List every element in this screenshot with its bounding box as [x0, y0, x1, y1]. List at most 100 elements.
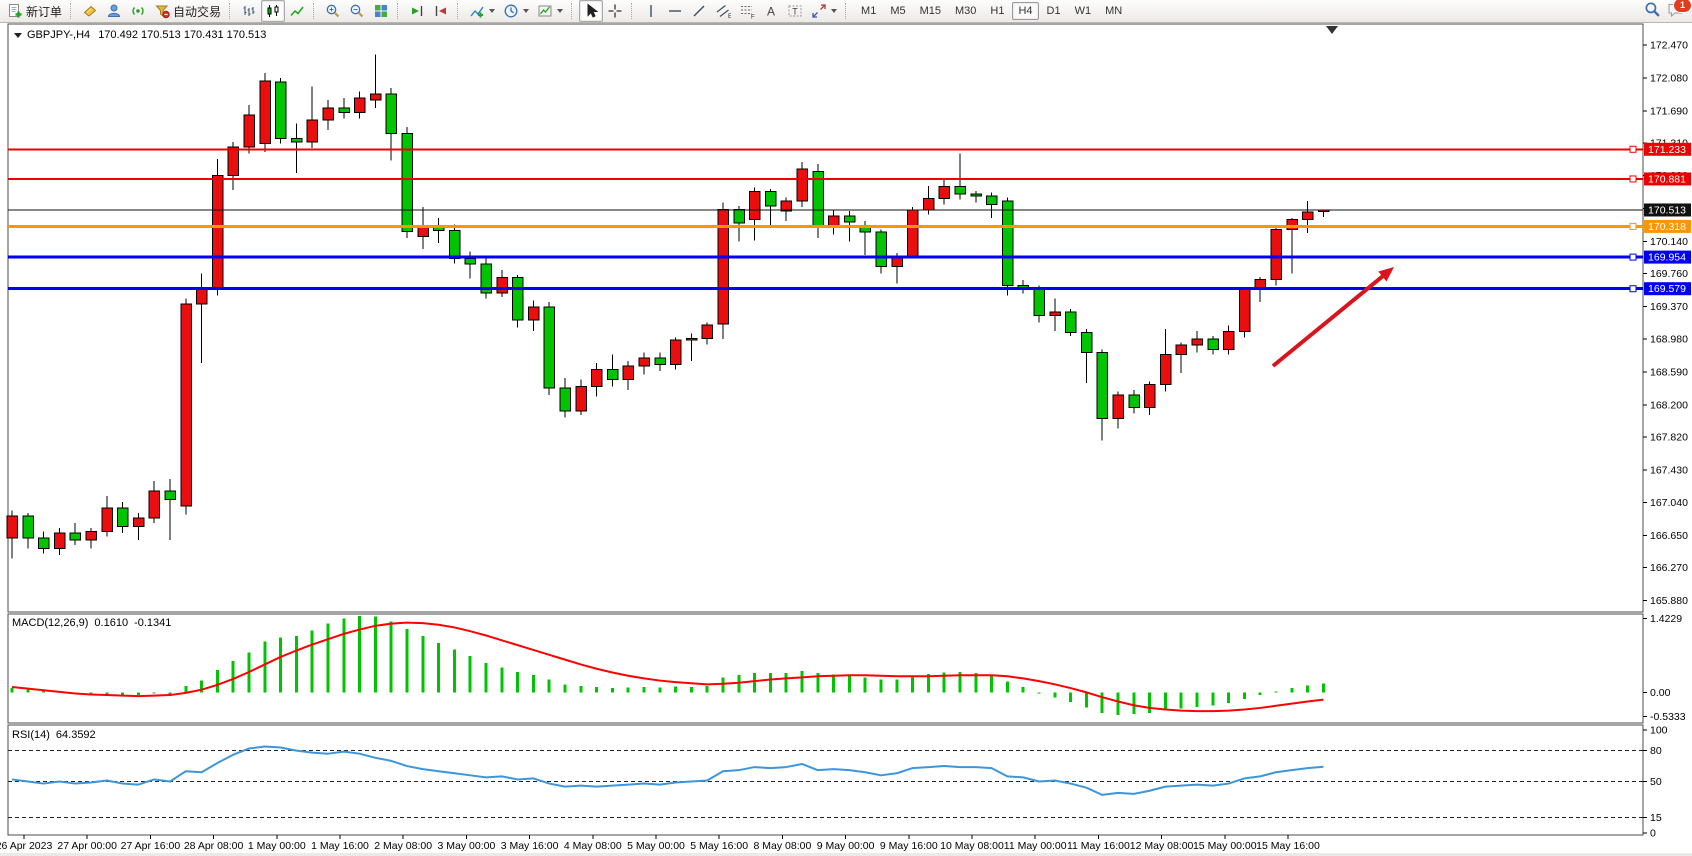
candle: [386, 94, 397, 134]
line-chart-button[interactable]: [285, 0, 309, 22]
candle: [118, 508, 129, 527]
crosshair-button[interactable]: [603, 0, 627, 22]
toolbar-separator: [397, 3, 401, 19]
svg-text:171.233: 171.233: [1648, 144, 1686, 156]
svg-text:168.980: 168.980: [1650, 334, 1688, 346]
equidistant-channel-button[interactable]: E: [711, 0, 735, 22]
svg-text:15: 15: [1650, 812, 1662, 824]
tile-windows-icon: [373, 3, 389, 19]
svg-text:172.080: 172.080: [1650, 72, 1688, 84]
vertical-line-button[interactable]: [639, 0, 663, 22]
candle: [1208, 339, 1219, 349]
candle: [671, 340, 682, 364]
line-handle[interactable]: [1630, 254, 1636, 260]
candle: [1160, 354, 1171, 384]
candle: [23, 516, 34, 538]
cursor-button[interactable]: [579, 0, 603, 22]
candle: [765, 192, 776, 206]
candle: [212, 176, 223, 289]
chart-shift-button[interactable]: [429, 0, 453, 22]
line-handle[interactable]: [1630, 223, 1636, 229]
candle: [370, 94, 381, 100]
timeframe-w1-button[interactable]: W1: [1069, 2, 1098, 20]
timeframe-h4-button[interactable]: H4: [1012, 2, 1038, 20]
timeframe-h1-button[interactable]: H1: [984, 2, 1010, 20]
indicators-icon: [469, 3, 485, 19]
candle: [291, 139, 302, 142]
new-order-button[interactable]: 新订单: [3, 0, 66, 22]
candle: [1034, 289, 1045, 315]
svg-text:E: E: [728, 14, 731, 19]
svg-text:169.954: 169.954: [1648, 252, 1686, 264]
timeframe-m1-button[interactable]: M1: [855, 2, 882, 20]
search-icon[interactable]: [1644, 1, 1661, 21]
candle: [244, 115, 255, 147]
svg-text:170.140: 170.140: [1650, 236, 1688, 248]
bar-chart-button[interactable]: [237, 0, 261, 22]
svg-text:15 May 16:00: 15 May 16:00: [1256, 840, 1320, 852]
text-label-button[interactable]: T: [783, 0, 807, 22]
text-label-icon: T: [787, 3, 803, 19]
svg-text:11 May 00:00: 11 May 00:00: [1004, 840, 1067, 852]
candle: [1176, 345, 1187, 354]
community-button[interactable]: [102, 0, 126, 22]
svg-text:2 May 08:00: 2 May 08:00: [374, 840, 432, 852]
svg-text:80: 80: [1650, 745, 1662, 757]
toolbar-separator: [457, 3, 461, 19]
svg-text:0.00: 0.00: [1650, 687, 1671, 699]
text-button[interactable]: A: [759, 0, 783, 22]
timeframe-mn-button[interactable]: MN: [1099, 2, 1128, 20]
svg-text:50: 50: [1650, 776, 1662, 788]
indicators-button[interactable]: [465, 0, 499, 22]
candle: [607, 370, 618, 380]
candle: [86, 531, 97, 539]
candle: [797, 169, 808, 201]
tile-windows-button[interactable]: [369, 0, 393, 22]
arrows-button[interactable]: [807, 0, 841, 22]
candle: [1066, 312, 1077, 332]
zoom-in-button[interactable]: [321, 0, 345, 22]
line-handle[interactable]: [1630, 176, 1636, 182]
svg-text:A: A: [767, 5, 775, 19]
line-handle[interactable]: [1630, 146, 1636, 152]
timeframe-m30-button[interactable]: M30: [949, 2, 982, 20]
svg-text:T: T: [792, 7, 798, 17]
signals-button[interactable]: [126, 0, 150, 22]
candlestick-chart-button[interactable]: [261, 0, 285, 22]
deposit-button[interactable]: [78, 0, 102, 22]
notifications-chat-button[interactable]: 1: [1667, 2, 1685, 21]
auto-trading-funnel-icon: [154, 3, 170, 19]
auto-trading-button[interactable]: 自动交易: [150, 0, 225, 22]
line-handle[interactable]: [1630, 286, 1636, 292]
svg-text:9 May 16:00: 9 May 16:00: [880, 840, 938, 852]
auto-trading-label: 自动交易: [173, 3, 221, 20]
fibonacci-button[interactable]: F: [735, 0, 759, 22]
candle: [1271, 230, 1282, 280]
timeframe-d1-button[interactable]: D1: [1041, 2, 1067, 20]
candle: [1113, 395, 1124, 419]
templates-icon: [537, 3, 553, 19]
trendline-icon: [691, 3, 707, 19]
candle: [165, 491, 176, 499]
candle: [955, 187, 966, 195]
timeframe-m5-button[interactable]: M5: [884, 2, 911, 20]
chart-canvas[interactable]: 172.470172.080171.690171.310170.920170.5…: [0, 23, 1692, 856]
periods-caret-icon: [523, 9, 529, 13]
auto-scroll-icon: [409, 3, 425, 19]
trendline-button[interactable]: [687, 0, 711, 22]
toolbar: 新订单 自动交易: [0, 0, 1692, 23]
svg-text:169.760: 169.760: [1650, 268, 1688, 280]
timeframe-m15-button[interactable]: M15: [914, 2, 947, 20]
svg-text:165.880: 165.880: [1650, 595, 1688, 607]
horizontal-line-button[interactable]: [663, 0, 687, 22]
periods-button[interactable]: [499, 0, 533, 22]
crosshair-icon: [607, 3, 623, 19]
candle: [734, 209, 745, 222]
zoom-out-button[interactable]: [345, 0, 369, 22]
auto-scroll-button[interactable]: [405, 0, 429, 22]
svg-text:1 May 16:00: 1 May 16:00: [311, 840, 369, 852]
svg-text:171.690: 171.690: [1650, 105, 1688, 117]
candle: [513, 278, 524, 320]
candle: [623, 366, 634, 379]
templates-button[interactable]: [533, 0, 567, 22]
